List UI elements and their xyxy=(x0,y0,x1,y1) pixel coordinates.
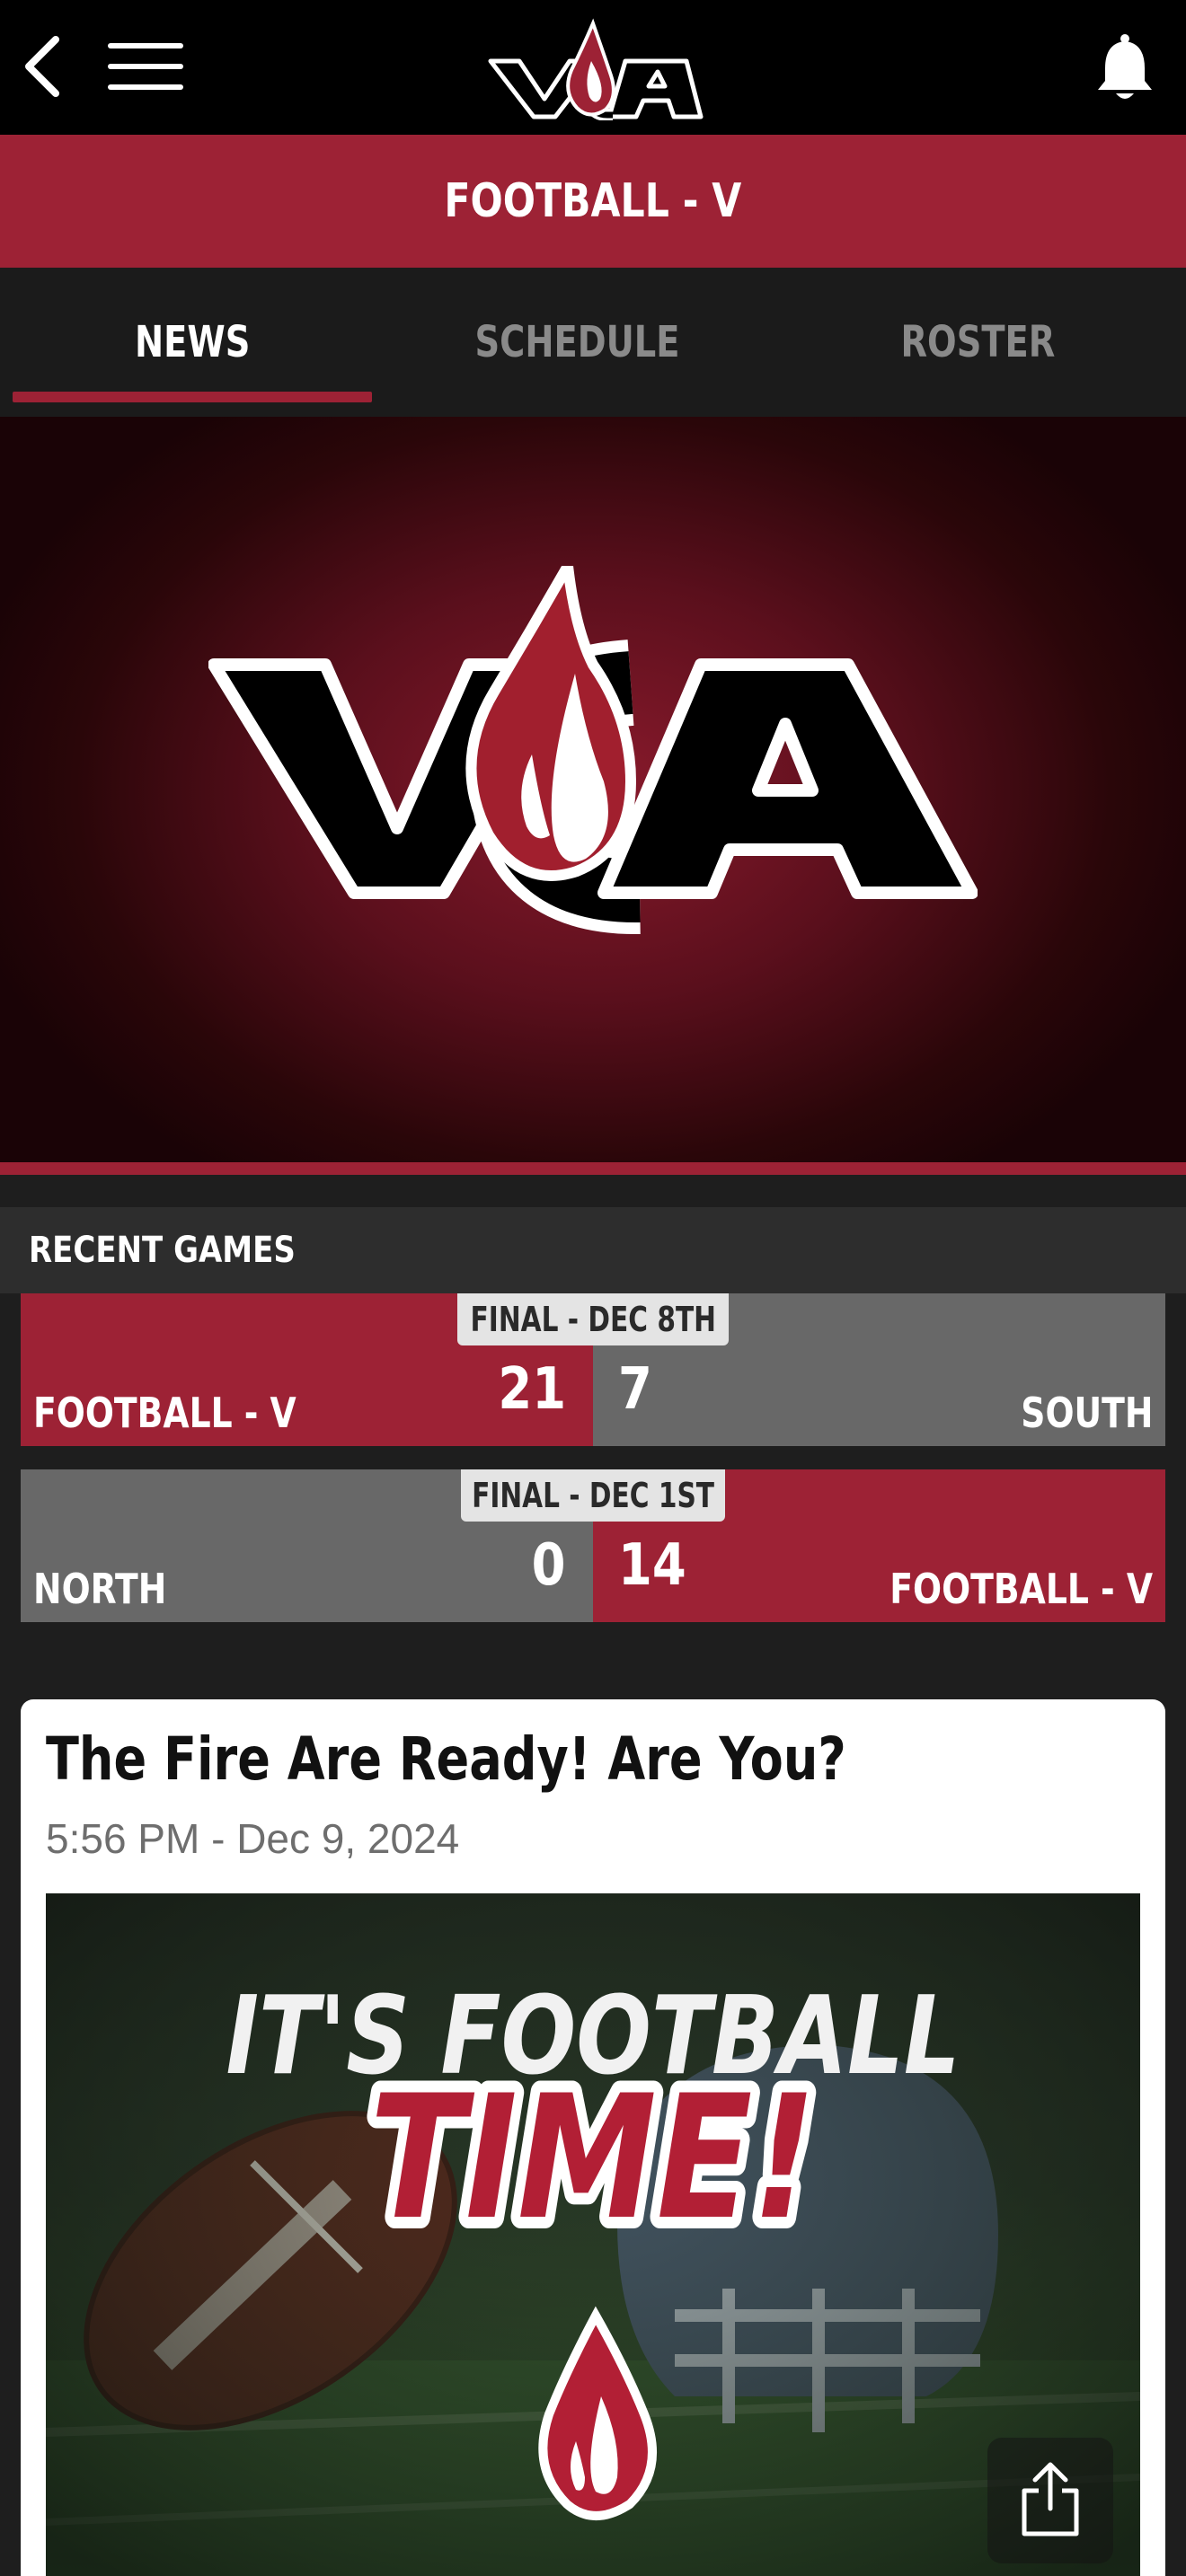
team-score: 21 xyxy=(498,1356,566,1423)
chevron-left-icon[interactable] xyxy=(16,32,70,101)
tab-roster-label: ROSTER xyxy=(900,317,1055,367)
tab-schedule-label: SCHEDULE xyxy=(474,317,679,367)
game-result-row[interactable]: NORTH 0 14 FOOTBALL - V FINAL - DEC 1ST xyxy=(21,1469,1165,1622)
game-status-text: FINAL - DEC 1ST xyxy=(472,1476,714,1515)
hamburger-menu-icon[interactable] xyxy=(108,43,183,93)
share-button[interactable] xyxy=(987,2438,1113,2563)
tab-news-label: NEWS xyxy=(134,317,251,367)
bell-icon[interactable] xyxy=(1093,32,1157,104)
game-status-badge: FINAL - DEC 8TH xyxy=(457,1293,729,1345)
page-title: FOOTBALL - V xyxy=(444,174,742,228)
news-timestamp: 5:56 PM - Dec 9, 2024 xyxy=(46,1815,460,1862)
team-name: FOOTBALL - V xyxy=(33,1389,296,1437)
team-name: NORTH xyxy=(33,1565,167,1613)
game-status-badge: FINAL - DEC 1ST xyxy=(461,1469,725,1522)
share-icon xyxy=(1017,2460,1084,2542)
app-logo[interactable] xyxy=(482,16,704,121)
active-tab-indicator xyxy=(13,392,372,402)
tab-schedule[interactable]: SCHEDULE xyxy=(397,268,757,417)
team-score: 0 xyxy=(532,1532,566,1599)
hero-logo xyxy=(208,549,978,943)
top-app-bar xyxy=(0,0,1186,135)
news-image: IT'S FOOTBALL TIME! TIME! xyxy=(46,1893,1140,2576)
game-status-text: FINAL - DEC 8TH xyxy=(470,1300,716,1339)
team-name: SOUTH xyxy=(1020,1389,1153,1437)
team-name: FOOTBALL - V xyxy=(890,1565,1153,1613)
svg-text:TIME!: TIME! xyxy=(370,2059,817,2257)
hero-banner xyxy=(0,417,1186,1162)
tab-roster[interactable]: ROSTER xyxy=(798,268,1157,417)
recent-games-heading: RECENT GAMES xyxy=(29,1230,296,1271)
hero-divider xyxy=(0,1162,1186,1175)
section-tabs: NEWS SCHEDULE ROSTER xyxy=(0,268,1186,417)
news-title: The Fire Are Ready! Are You? xyxy=(46,1725,846,1794)
team-title-bar: FOOTBALL - V xyxy=(0,135,1186,268)
game-result-row[interactable]: FOOTBALL - V 21 7 SOUTH FINAL - DEC 8TH xyxy=(21,1293,1165,1446)
team-score: 7 xyxy=(618,1356,652,1423)
recent-games-header: RECENT GAMES xyxy=(0,1207,1186,1293)
team-score: 14 xyxy=(618,1532,686,1599)
